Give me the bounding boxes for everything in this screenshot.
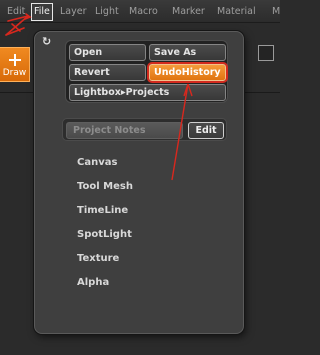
open-button[interactable]: Open <box>69 44 146 61</box>
menu-macro[interactable]: Macro <box>127 4 160 20</box>
save-as-button[interactable]: Save As <box>149 44 226 61</box>
divider <box>244 92 280 93</box>
edit-notes-button[interactable]: Edit <box>188 122 224 139</box>
project-notes-field[interactable]: Project Notes <box>66 122 183 139</box>
menu-marker[interactable]: Marker <box>170 4 207 20</box>
subpalette-spotlight[interactable]: SpotLight <box>77 228 132 242</box>
undo-history-button[interactable]: UndoHistory <box>149 64 226 81</box>
file-menu-panel: ↻ Open Save As Revert UndoHistory Lightb… <box>34 31 244 334</box>
file-button-group: Open Save As Revert UndoHistory Lightbox… <box>65 40 228 103</box>
subpalette-alpha[interactable]: Alpha <box>77 276 109 290</box>
menu-layer[interactable]: Layer <box>58 4 89 20</box>
subpalette-tool-mesh[interactable]: Tool Mesh <box>77 180 133 194</box>
menubar: Edit File Layer Light Macro Marker Mater… <box>0 0 280 23</box>
subpalette-canvas[interactable]: Canvas <box>77 156 117 170</box>
lightbox-projects-button[interactable]: Lightbox▸Projects <box>69 84 226 101</box>
draw-label: Draw <box>2 68 27 78</box>
refresh-icon[interactable]: ↻ <box>42 36 52 47</box>
revert-button[interactable]: Revert <box>69 64 146 81</box>
subpalette-texture[interactable]: Texture <box>77 252 119 266</box>
menu-edit[interactable]: Edit <box>5 4 27 20</box>
menu-file[interactable]: File <box>31 3 53 21</box>
draw-button[interactable]: Draw <box>0 47 30 82</box>
menu-light[interactable]: Light <box>93 4 121 20</box>
crosshair-icon <box>9 54 21 66</box>
project-notes-row: Project Notes Edit <box>62 118 227 141</box>
menu-more[interactable]: M <box>270 4 282 20</box>
tool-slot[interactable] <box>258 45 274 61</box>
divider <box>0 92 34 93</box>
subpalette-timeline[interactable]: TimeLine <box>77 204 128 218</box>
menu-material[interactable]: Material <box>215 4 258 20</box>
